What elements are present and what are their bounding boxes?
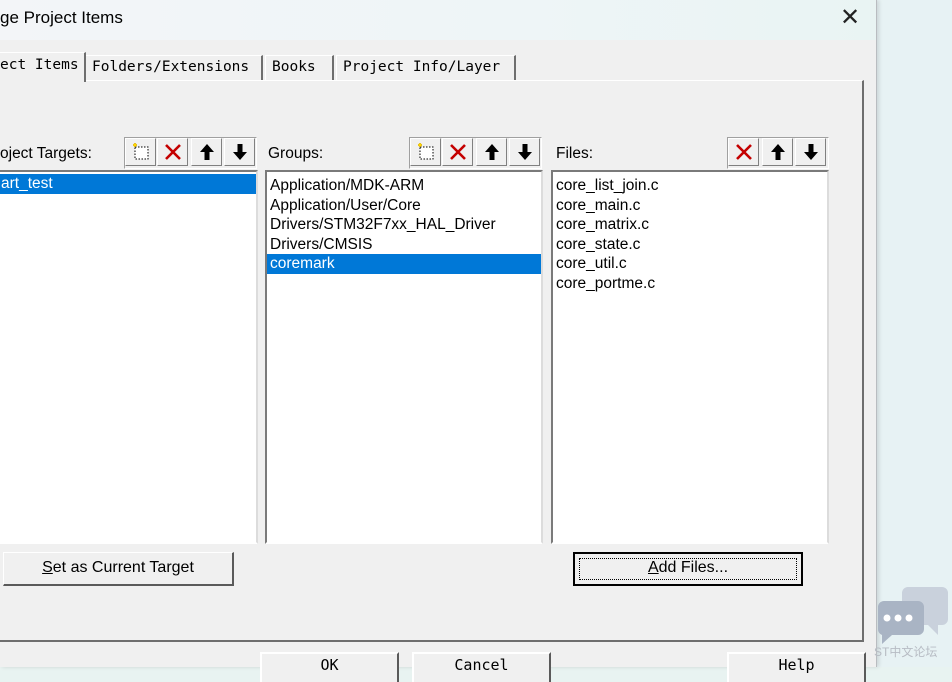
group-item[interactable]: Application/User/Core [267,196,541,216]
groups-listbox[interactable]: Application/MDK-ARM Application/User/Cor… [265,170,543,544]
target-item[interactable]: art_test [0,174,256,194]
file-item[interactable]: core_main.c [553,196,827,216]
button-label: Help [778,656,815,674]
button-label: Cancel [454,656,509,674]
ok-button[interactable]: OK [260,652,399,682]
help-button[interactable]: Help [727,652,866,682]
tab-project-info-layer[interactable]: Project Info/Layer [336,55,516,80]
title-bar: ge Project Items ✕ [0,0,876,40]
tab-label: Books [272,59,316,75]
move-up-icon[interactable] [762,138,793,166]
button-label: OK [320,656,339,674]
set-as-current-target-button[interactable]: Set as Current Target [3,552,234,586]
group-item[interactable]: Application/MDK-ARM [267,176,541,196]
add-files-button[interactable]: Add Files... [573,552,803,586]
group-item[interactable]: coremark [267,254,541,274]
move-up-icon[interactable] [191,138,222,166]
files-label: Files: [556,145,594,162]
delete-icon[interactable] [442,138,473,166]
group-item[interactable]: Drivers/CMSIS [267,235,541,255]
delete-icon[interactable] [728,138,759,166]
tab-label: ect Items [0,57,79,73]
tab-books[interactable]: Books [265,55,334,80]
window-title: ge Project Items [0,8,123,27]
delete-icon[interactable] [157,138,188,166]
new-item-icon[interactable] [410,138,441,166]
cancel-button[interactable]: Cancel [412,652,551,682]
project-targets-label: oject Targets: [0,145,92,162]
new-item-icon[interactable] [125,138,156,166]
file-item[interactable]: core_state.c [553,235,827,255]
files-listbox[interactable]: core_list_join.c core_main.c core_matrix… [551,170,829,544]
move-down-icon[interactable] [509,138,540,166]
close-icon[interactable]: ✕ [832,4,868,34]
file-item[interactable]: core_matrix.c [553,215,827,235]
file-item[interactable]: core_list_join.c [553,176,827,196]
move-down-icon[interactable] [795,138,826,166]
focus-rectangle [579,558,797,580]
button-mnemonic: S [42,559,53,576]
file-item[interactable]: core_util.c [553,254,827,274]
file-item[interactable]: core_portme.c [553,274,827,294]
groups-label: Groups: [268,145,324,162]
move-down-icon[interactable] [224,138,255,166]
targets-listbox[interactable]: art_test [0,170,258,544]
group-item[interactable]: Drivers/STM32F7xx_HAL_Driver [267,215,541,235]
tab-label: Project Info/Layer [343,59,501,75]
move-up-icon[interactable] [476,138,507,166]
tab-project-items[interactable]: ect Items [0,52,86,82]
tab-folders-extensions[interactable]: Folders/Extensions [85,55,263,80]
button-label: et as Current Target [52,559,194,576]
manage-project-items-dialog: ge Project Items ✕ ect Items Folders/Ext… [0,0,877,682]
tab-label: Folders/Extensions [92,59,250,75]
watermark-text: ST中文论坛 [874,645,938,659]
